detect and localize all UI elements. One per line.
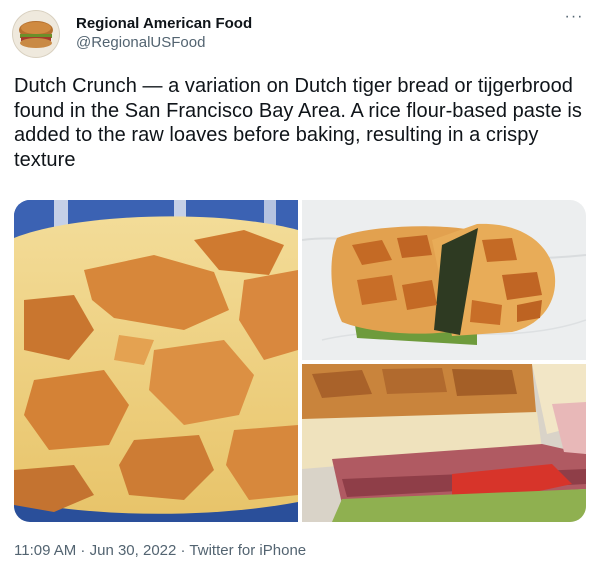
tweet-source[interactable]: Twitter for iPhone [189,542,306,559]
separator: · [176,542,190,559]
display-name[interactable]: Regional American Food [76,14,252,33]
avatar[interactable] [12,10,60,58]
tweet-time[interactable]: 11:09 AM [14,542,76,559]
photo-crust-closeup[interactable] [14,200,298,522]
photo-sandwich-top-view[interactable] [302,200,586,360]
tweet-date[interactable]: Jun 30, 2022 [90,542,177,559]
avatar-sandwich-image [12,10,60,58]
tweet-text: Dutch Crunch — a variation on Dutch tige… [14,75,582,171]
media-grid [14,200,586,522]
author-block[interactable]: Regional American Food @RegionalUSFood [76,14,252,53]
tweet-metadata: 11:09 AM · Jun 30, 2022 · Twitter for iP… [14,541,306,561]
handle[interactable]: @RegionalUSFood [76,33,252,53]
tweet: Regional American Food @RegionalUSFood ·… [0,0,600,571]
more-options-icon[interactable]: ··· [562,9,586,30]
photo-sandwich-cross-section[interactable] [302,364,586,522]
separator: · [76,542,90,559]
